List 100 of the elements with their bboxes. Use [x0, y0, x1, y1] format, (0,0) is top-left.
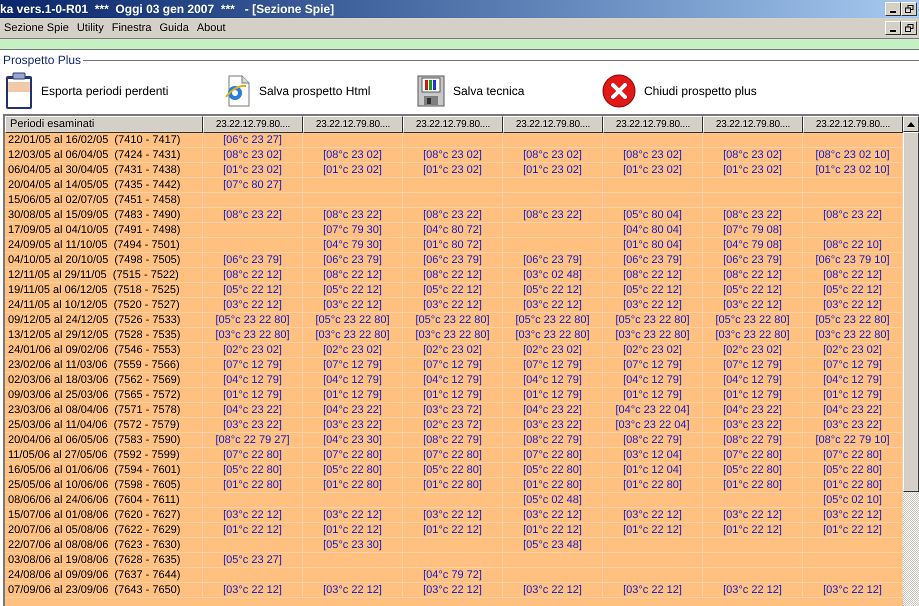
table-cell: [04°c 79 30]	[323, 238, 382, 252]
table-cell: [01°c 22 80]	[623, 478, 682, 492]
table-cell: [06°c 23 79]	[723, 253, 782, 267]
table-cell: 15/07/06 al 01/08/06 (7620 - 7627)	[8, 509, 180, 521]
table-cell: [03°c 23 22 80]	[415, 328, 490, 342]
table-cell: [03°c 23 22]	[223, 418, 282, 432]
toolbar-button[interactable]: Salva tecnica	[417, 75, 602, 107]
table-cell: [01°c 12 79]	[423, 388, 482, 402]
table-cell: 17/09/05 al 04/10/05 (7491 - 7498)	[8, 224, 180, 236]
table-cell: [07°c 12 79]	[823, 358, 882, 372]
menu-item[interactable]: Utility	[72, 20, 108, 36]
table-cell: [05°c 22 80]	[823, 463, 882, 477]
table-cell: [08°c 23 02]	[223, 148, 282, 162]
table-cell: [08°c 23 02]	[323, 148, 382, 162]
table-cell: [05°c 80 04]	[623, 208, 682, 222]
table-cell: [03°c 22 12]	[623, 583, 682, 597]
table-cell: [03°c 22 12]	[723, 298, 782, 312]
group-title: Prospetto Plus	[2, 52, 82, 69]
table-cell: [02°c 23 02]	[823, 343, 882, 357]
table-cell: [02°c 23 02]	[523, 343, 582, 357]
table-cell: [03°c 22 12]	[823, 298, 882, 312]
table-cell: [08°c 22 12]	[423, 268, 482, 282]
menu-item[interactable]: Finestra	[108, 20, 156, 36]
table-cell: 24/01/06 al 09/02/06 (7546 - 7553)	[8, 344, 180, 356]
column-header[interactable]: 23.22.12.79.80....	[603, 116, 703, 133]
table-cell: 22/07/06 al 08/08/06 (7623 - 7630)	[8, 539, 180, 551]
table-cell: [05°c 22 12]	[823, 283, 882, 297]
table-cell: [03°c 23 22]	[323, 418, 382, 432]
table-cell: [06°c 23 27]	[223, 133, 282, 147]
menu-item[interactable]: Guida	[155, 20, 193, 36]
table-cell: [03°c 22 12]	[423, 508, 482, 522]
table-cell: [08°c 22 12]	[723, 268, 782, 282]
table-cell: 20/07/06 al 05/08/06 (7622 - 7629)	[8, 524, 180, 536]
column-header[interactable]: 23.22.12.79.80....	[403, 116, 503, 133]
table-cell: [03°c 23 22 80]	[615, 328, 690, 342]
restore-button[interactable]	[901, 2, 917, 16]
minimize-button[interactable]	[885, 21, 901, 35]
table-cell: [06°c 23 79]	[323, 253, 382, 267]
table-cell: [02°c 23 02]	[223, 343, 282, 357]
table-cell: 23/02/06 al 11/03/06 (7559 - 7566)	[8, 359, 180, 371]
table-cell: [03°c 23 22]	[523, 418, 582, 432]
table-cell: [01°c 23 02]	[623, 163, 682, 177]
table-cell: [07°c 22 80]	[823, 448, 882, 462]
column-header[interactable]: 23.22.12.79.80....	[503, 116, 603, 133]
table-cell: [05°c 22 80]	[423, 463, 482, 477]
table-cell: [06°c 23 79]	[523, 253, 582, 267]
restore-button[interactable]	[901, 21, 917, 35]
column-header[interactable]: 23.22.12.79.80....	[303, 116, 403, 133]
table-cell: [04°c 79 08]	[723, 238, 782, 252]
table-cell: [01°c 23 02]	[223, 163, 282, 177]
table-cell: [01°c 12 79]	[623, 388, 682, 402]
table-cell: [05°c 23 30]	[323, 538, 382, 552]
menu-item[interactable]: Sezione Spie	[0, 20, 73, 36]
table-cell: [07°c 22 80]	[323, 448, 382, 462]
toolbar-button[interactable]: Esporta periodi perdenti	[5, 72, 225, 110]
scroll-up-button[interactable]	[903, 116, 919, 132]
table-cell: [05°c 23 22 80]	[215, 313, 290, 327]
window-title: ka vers.1-0-R01 *** Oggi 03 gen 2007 *** - [Sezione Spie]	[0, 1, 336, 18]
table-cell: [07°c 22 80]	[423, 448, 482, 462]
scroll-thumb[interactable]	[903, 132, 919, 492]
table-cell: 07/09/06 al 23/09/06 (7643 - 7650)	[8, 584, 180, 596]
table-cell: 09/03/06 al 25/03/06 (7565 - 7572)	[8, 389, 180, 401]
table-cell: [03°c 23 22 80]	[515, 328, 590, 342]
table-cell: [05°c 22 80]	[223, 463, 282, 477]
column-header[interactable]: Periodi esaminati	[5, 116, 203, 133]
toolbar-button[interactable]: Chiudi prospetto plus	[602, 74, 802, 108]
table-cell: [03°c 23 22]	[823, 418, 882, 432]
table-cell: [07°c 12 79]	[423, 358, 482, 372]
table-cell: 24/11/05 al 10/12/05 (7520 - 7527)	[8, 299, 180, 311]
web-document-icon	[225, 75, 251, 107]
table-cell: [07°c 22 80]	[523, 448, 582, 462]
table-cell: [05°c 23 22 80]	[815, 313, 890, 327]
table-cell: [07°c 79 08]	[723, 223, 782, 237]
table-cell: [05°c 23 22 80]	[315, 313, 390, 327]
table-cell: [07°c 22 80]	[223, 448, 282, 462]
scrollbar[interactable]	[903, 116, 919, 606]
table-cell: [03°c 23 22 04]	[615, 418, 690, 432]
table-cell: [08°c 22 79 10]	[815, 433, 890, 447]
column-header[interactable]: 23.22.12.79.80....	[703, 116, 803, 133]
table-cell: [03°c 22 12]	[223, 583, 282, 597]
table-cell: [08°c 23 22]	[723, 208, 782, 222]
column-header[interactable]: 23.22.12.79.80....	[203, 116, 303, 133]
table-cell: [01°c 23 02]	[723, 163, 782, 177]
table-cell: [05°c 22 12]	[723, 283, 782, 297]
table-cell: [01°c 22 80]	[223, 478, 282, 492]
table-cell: [08°c 22 12]	[623, 268, 682, 282]
table-cell: [08°c 23 02 10]	[815, 148, 890, 162]
table-cell: [02°c 23 02]	[623, 343, 682, 357]
table-cell: [01°c 12 79]	[323, 388, 382, 402]
table-cell: [02°c 23 02]	[723, 343, 782, 357]
table-cell: [07°c 80 27]	[223, 178, 282, 192]
table-cell: 06/04/05 al 30/04/05 (7431 - 7438)	[8, 164, 180, 176]
table-cell: [04°c 23 22]	[823, 403, 882, 417]
table-cell: 23/03/06 al 08/04/06 (7571 - 7578)	[8, 404, 180, 416]
restore-icon	[904, 24, 914, 32]
minimize-button[interactable]	[885, 2, 901, 16]
menu-item[interactable]: About	[192, 20, 230, 36]
table-cell: [03°c 22 12]	[523, 508, 582, 522]
column-header[interactable]: 23.22.12.79.80....	[803, 116, 903, 133]
toolbar-button[interactable]: Salva prospetto Html	[225, 75, 417, 107]
